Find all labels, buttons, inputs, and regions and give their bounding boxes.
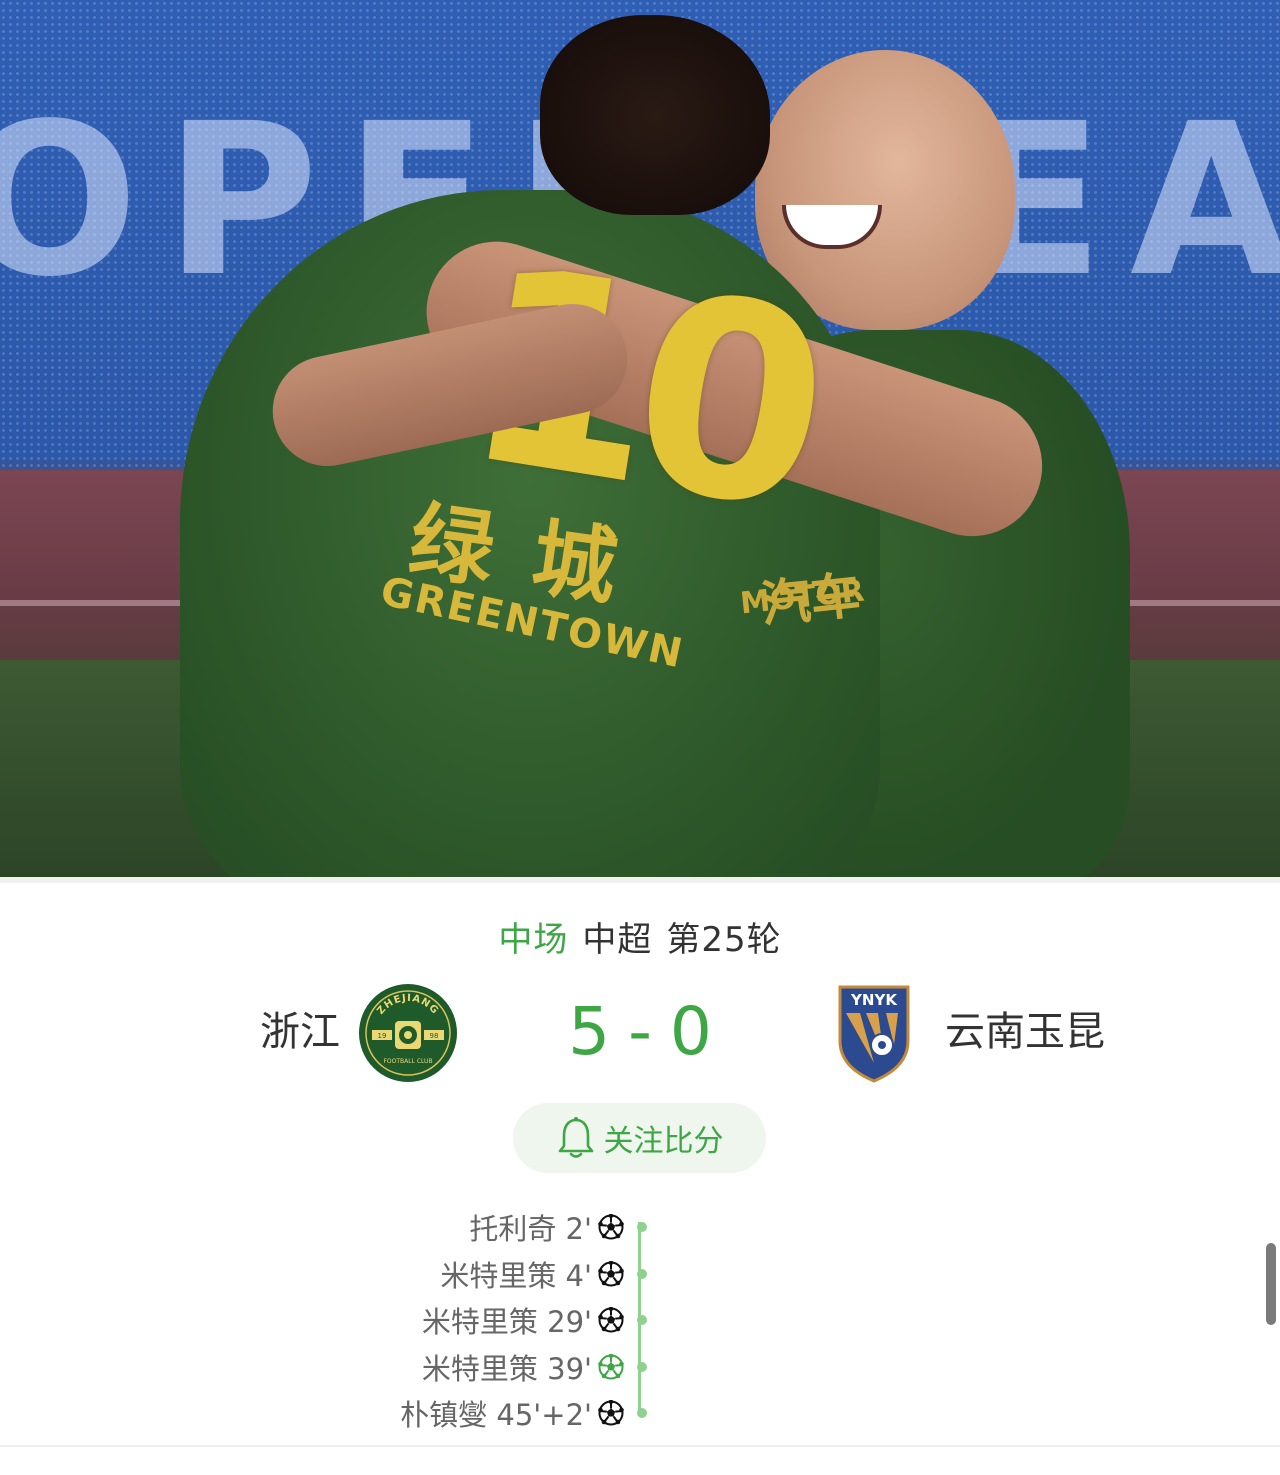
goal-scorer: 米特里策 29' [421, 1305, 592, 1339]
soccer-ball-icon [598, 1307, 624, 1333]
match-status: 中场 [498, 920, 569, 960]
goal-scorer: 托利奇 2' [469, 1212, 592, 1246]
score-separator: - [628, 993, 652, 1070]
home-logo-text-bottom: FOOTBALL CLUB [383, 1058, 432, 1065]
soccer-ball-icon [598, 1260, 624, 1286]
home-team-name[interactable]: 浙江 [250, 1004, 340, 1060]
away-team-name[interactable]: 云南玉昆 [945, 1004, 1145, 1060]
goal-scorer: 米特里策 4' [440, 1258, 592, 1293]
soccer-ball-icon [598, 1400, 624, 1426]
player-hair [540, 15, 770, 215]
goal-event: 朴镇燮 45'+2' [300, 1390, 650, 1436]
goal-scorer: 米特里策 39' [421, 1351, 592, 1386]
follow-score-label: 关注比分 [603, 1124, 724, 1159]
match-header: 中场 中超 第25轮 [0, 915, 1280, 965]
goal-event: 米特里策 29' [300, 1297, 650, 1343]
timeline-dot [637, 1408, 647, 1418]
timeline-dot [637, 1222, 647, 1232]
away-logo-text: YNYK [850, 991, 898, 1009]
away-team-logo[interactable]: YNYK [836, 983, 912, 1083]
follow-score-button[interactable]: 关注比分 [513, 1103, 766, 1173]
scoreboard: 5-0 [540, 992, 740, 1072]
goal-event: 米特里策 39' [300, 1344, 650, 1390]
bell-icon [558, 1117, 593, 1158]
timeline-dot [637, 1268, 647, 1279]
home-score: 5 [568, 993, 611, 1070]
divider [0, 1445, 1280, 1447]
match-hero-image: OPER LEAGU 10 绿城 GREENTOWN 汽车 MOTOR [0, 0, 1280, 877]
home-team-logo[interactable]: ZHEJIANG 19 98 FOOTBALL CLUB [358, 983, 458, 1083]
goal-event: 米特里策 4' [300, 1251, 650, 1297]
divider [0, 877, 1280, 883]
round-label: 第25轮 [666, 920, 782, 960]
timeline-dot [637, 1315, 647, 1325]
scrollbar[interactable] [1266, 1243, 1276, 1325]
soccer-ball-icon [598, 1214, 624, 1240]
timeline-dot [637, 1361, 647, 1372]
soccer-ball-penalty-icon [598, 1353, 624, 1379]
home-logo-year-right: 98 [430, 1032, 439, 1040]
goal-event: 托利奇 2' [300, 1204, 650, 1250]
league-name: 中超 [582, 920, 653, 960]
home-logo-year-left: 19 [378, 1032, 387, 1040]
away-score: 0 [669, 993, 712, 1070]
goal-scorer: 朴镇燮 45'+2' [400, 1398, 592, 1432]
